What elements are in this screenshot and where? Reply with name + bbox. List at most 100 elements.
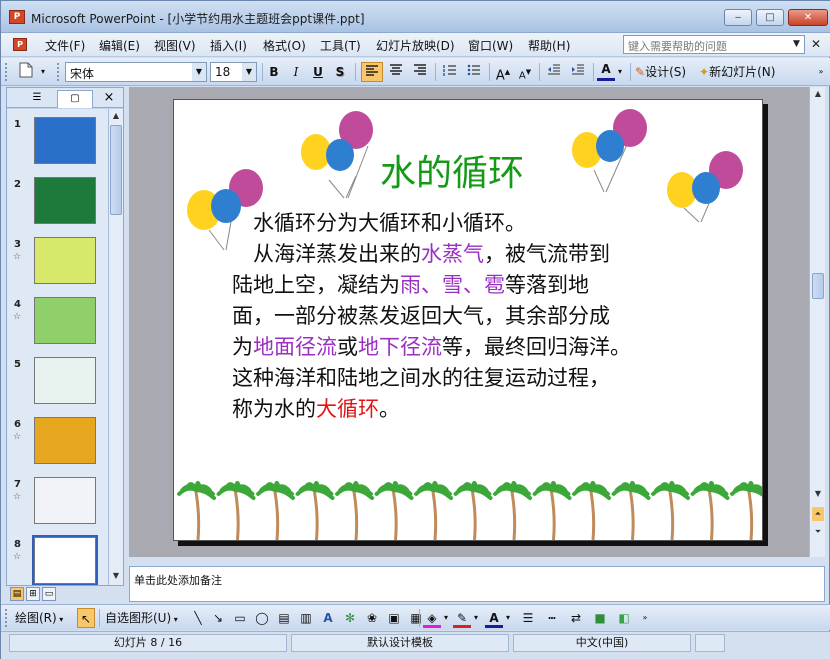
powerpoint-app-icon[interactable]: P: [9, 10, 25, 24]
pane-close-button[interactable]: ×: [99, 90, 119, 108]
chevron-down-icon[interactable]: ▾: [471, 608, 481, 628]
slide-scrollbar[interactable]: ▲ ▼ ⏶ ⏷: [809, 87, 825, 557]
slide-thumbnail[interactable]: [34, 177, 96, 224]
chevron-down-icon[interactable]: ▾: [503, 608, 513, 628]
toolbar-grip[interactable]: [5, 609, 9, 627]
menu-edit[interactable]: 编辑(E): [99, 37, 140, 54]
menu-file[interactable]: 文件(F): [45, 37, 85, 54]
dash-style-icon[interactable]: ┅: [541, 608, 563, 628]
arrow-tool-icon[interactable]: ↘: [209, 608, 227, 628]
menu-window[interactable]: 窗口(W): [468, 37, 513, 54]
slide-thumbnail[interactable]: [34, 357, 96, 404]
slide-thumbnail-row[interactable]: 8 ☆: [7, 533, 111, 585]
minimize-button[interactable]: ‒: [724, 9, 752, 26]
slide-thumbnail[interactable]: [34, 117, 96, 164]
slide-thumbnail-row[interactable]: 1: [7, 113, 111, 173]
previous-slide-icon[interactable]: ⏶: [812, 507, 824, 521]
scroll-up-icon[interactable]: ▲: [812, 87, 824, 101]
help-dropdown-icon[interactable]: ▼: [788, 35, 805, 54]
clipart-icon[interactable]: ❀: [363, 608, 381, 628]
line-tool-icon[interactable]: ╲: [189, 608, 207, 628]
new-document-icon[interactable]: [15, 62, 37, 82]
increase-indent-icon[interactable]: [567, 62, 589, 82]
underline-button[interactable]: U: [309, 62, 327, 82]
diagram-icon[interactable]: ✻: [341, 608, 359, 628]
slide-body-text[interactable]: 水循环分为大循环和小循环。 从海洋蒸发出来的水蒸气，被气流带到 陆地上空，凝结为雨…: [232, 208, 712, 425]
scroll-thumb[interactable]: [812, 273, 824, 299]
font-size-select[interactable]: 18 ▼: [210, 62, 257, 82]
numbering-icon[interactable]: [439, 62, 461, 82]
thumbnail-scrollbar[interactable]: ▲ ▼: [108, 109, 123, 585]
font-color-draw-icon[interactable]: A: [485, 608, 503, 628]
normal-view-icon[interactable]: ▤: [10, 587, 24, 601]
font-color-icon[interactable]: A: [597, 62, 615, 81]
menu-help[interactable]: 帮助(H): [528, 37, 570, 54]
textbox-tool-icon[interactable]: ▤: [275, 608, 293, 628]
arrow-style-icon[interactable]: ⇄: [565, 608, 587, 628]
slide-thumbnail-row[interactable]: 7 ☆: [7, 473, 111, 533]
chevron-down-icon[interactable]: ▼: [242, 63, 256, 81]
menu-insert[interactable]: 插入(I): [210, 37, 247, 54]
slide-sorter-icon[interactable]: ⊞: [26, 587, 40, 601]
toolbar-options-icon[interactable]: ▾: [37, 62, 49, 82]
slide-thumbnail[interactable]: [34, 417, 96, 464]
scroll-down-icon[interactable]: ▼: [110, 569, 122, 583]
help-search-input[interactable]: 键入需要帮助的问题: [623, 35, 805, 54]
bullets-icon[interactable]: [463, 62, 485, 82]
shadow-button[interactable]: S: [331, 62, 349, 82]
scroll-up-icon[interactable]: ▲: [110, 109, 122, 123]
shadow-style-icon[interactable]: ■: [589, 608, 611, 628]
font-color-dropdown-icon[interactable]: ▾: [615, 62, 625, 82]
fill-color-icon[interactable]: ◈: [423, 608, 441, 628]
next-slide-icon[interactable]: ⏷: [812, 525, 824, 539]
tab-slides[interactable]: ▢: [57, 90, 93, 108]
oval-tool-icon[interactable]: ◯: [253, 608, 271, 628]
align-center-button[interactable]: [385, 62, 407, 82]
decrease-indent-icon[interactable]: [543, 62, 565, 82]
new-slide-button[interactable]: ✦新幻灯片(N): [699, 62, 789, 82]
slide-thumbnail-row[interactable]: 2: [7, 173, 111, 233]
maximize-button[interactable]: □: [756, 9, 784, 26]
slide-thumbnail-row[interactable]: 6 ☆: [7, 413, 111, 473]
menu-format[interactable]: 格式(O): [263, 37, 306, 54]
italic-button[interactable]: I: [287, 62, 305, 82]
slide-thumbnail[interactable]: [34, 477, 96, 524]
line-color-icon[interactable]: ✎: [453, 608, 471, 628]
notes-pane[interactable]: 单击此处添加备注: [129, 566, 825, 602]
picture-icon[interactable]: ▣: [385, 608, 403, 628]
increase-font-icon[interactable]: A▲: [493, 62, 513, 83]
scroll-thumb[interactable]: [110, 125, 122, 215]
tab-outline[interactable]: ☰: [19, 90, 55, 108]
toolbar-overflow-icon[interactable]: »: [639, 608, 651, 628]
slide-thumbnail[interactable]: [32, 535, 98, 585]
draw-menu-button[interactable]: 绘图(R) ▾: [15, 608, 75, 628]
toolbar-overflow-icon[interactable]: »: [815, 62, 827, 82]
chevron-down-icon[interactable]: ▼: [192, 63, 206, 81]
close-button[interactable]: ✕: [788, 9, 828, 26]
slide-thumbnail[interactable]: [34, 237, 96, 284]
select-objects-icon[interactable]: ↖: [77, 608, 95, 628]
design-button[interactable]: ✎设计(S): [635, 62, 695, 82]
bold-button[interactable]: B: [265, 62, 283, 82]
document-close-icon[interactable]: ✕: [811, 37, 821, 51]
slide-thumbnail-row[interactable]: 4 ☆: [7, 293, 111, 353]
slide-thumbnail[interactable]: [34, 297, 96, 344]
rectangle-tool-icon[interactable]: ▭: [231, 608, 249, 628]
menu-tools[interactable]: 工具(T): [320, 37, 361, 54]
current-slide[interactable]: 水的循环 水循环分为大循环和小循环。 从海洋蒸发出来的水蒸气，被气流带到 陆地上空…: [173, 99, 763, 541]
vertical-textbox-icon[interactable]: ▥: [297, 608, 315, 628]
slide-thumbnail-row[interactable]: 3 ☆: [7, 233, 111, 293]
wordart-icon[interactable]: A: [319, 608, 337, 628]
chevron-down-icon[interactable]: ▾: [441, 608, 451, 628]
align-left-button[interactable]: [361, 62, 383, 82]
toolbar-grip[interactable]: [5, 63, 9, 81]
font-name-select[interactable]: 宋体 ▼: [65, 62, 207, 82]
slide-title[interactable]: 水的循环: [380, 144, 524, 196]
document-icon[interactable]: P: [13, 38, 27, 51]
slideshow-view-icon[interactable]: ▭: [42, 587, 56, 601]
menu-view[interactable]: 视图(V): [154, 37, 196, 54]
scroll-down-icon[interactable]: ▼: [812, 487, 824, 501]
menu-slideshow[interactable]: 幻灯片放映(D): [376, 37, 455, 54]
slide-thumbnail-row[interactable]: 5: [7, 353, 111, 413]
align-right-button[interactable]: [409, 62, 431, 82]
